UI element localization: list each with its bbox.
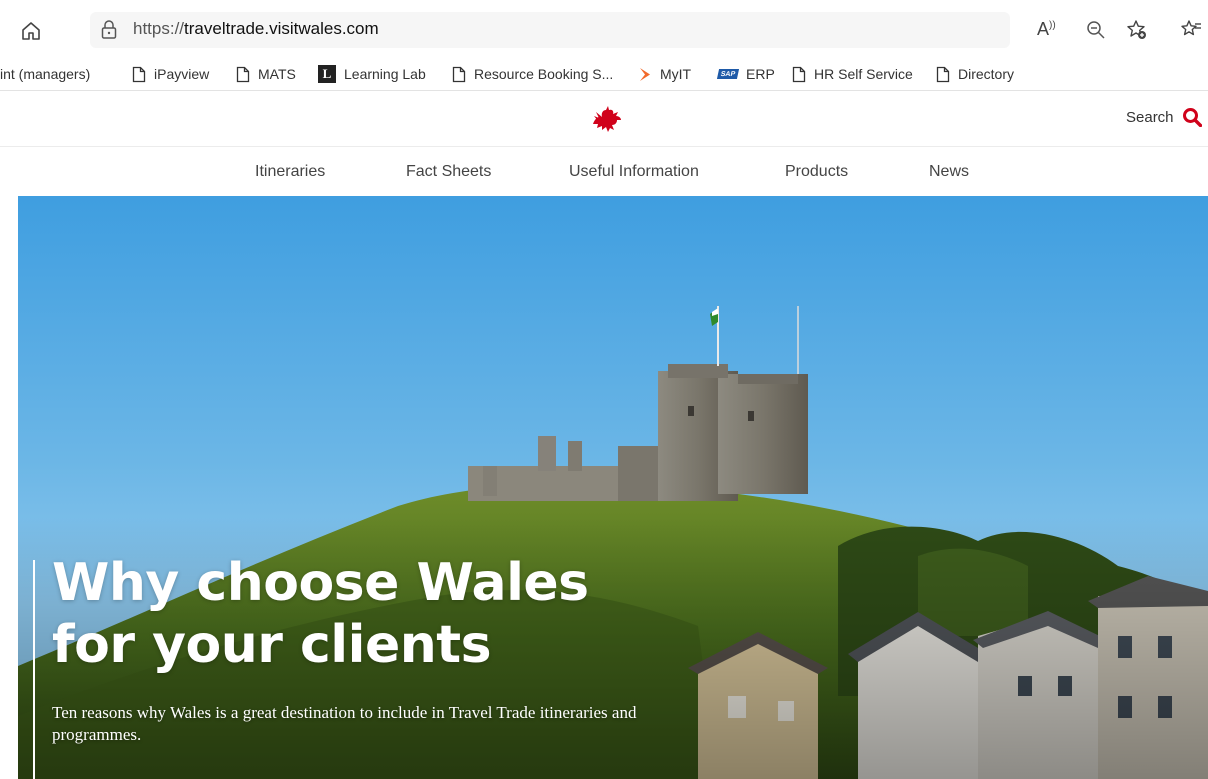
- bookmark-label: ERP: [746, 66, 775, 82]
- add-favorite-icon[interactable]: [1126, 19, 1148, 41]
- bookmark-directory[interactable]: Directory: [936, 58, 1014, 90]
- site-header: Search: [0, 91, 1208, 147]
- nav-products[interactable]: Products: [785, 163, 848, 181]
- bookmark-int-managers[interactable]: int (managers): [0, 58, 90, 90]
- bookmark-myit[interactable]: MyIT: [638, 58, 691, 90]
- search-label: Search: [1126, 108, 1174, 126]
- lock-icon[interactable]: [100, 20, 118, 40]
- url-scheme: https://: [133, 19, 185, 38]
- hero-title: Why choose Wales for your clients: [52, 553, 589, 675]
- read-aloud-icon[interactable]: A)): [1037, 19, 1059, 41]
- bookmark-hr-self-service[interactable]: HR Self Service: [792, 58, 913, 90]
- bookmark-ipayview[interactable]: iPayview: [132, 58, 209, 90]
- url-text[interactable]: https://traveltrade.visitwales.com: [133, 19, 379, 39]
- bookmark-label: MATS: [258, 66, 296, 82]
- page-icon: [236, 66, 250, 82]
- read-aloud-label: A: [1037, 19, 1050, 39]
- bookmark-label: Resource Booking S...: [474, 66, 614, 82]
- bookmarks-bar: int (managers) iPayview MATS L Learning …: [0, 58, 1208, 91]
- search-icon: [1182, 108, 1202, 127]
- hero-castle-image: [18, 196, 1208, 779]
- page-icon: [936, 66, 950, 82]
- bookmark-label: HR Self Service: [814, 66, 913, 82]
- bookmark-resource-booking[interactable]: Resource Booking S...: [452, 58, 613, 90]
- favorites-icon[interactable]: [1180, 19, 1202, 41]
- bookmark-label: Directory: [958, 66, 1015, 82]
- browser-toolbar: https://traveltrade.visitwales.com A)): [0, 0, 1208, 58]
- nav-useful-information[interactable]: Useful Information: [569, 163, 699, 181]
- myit-icon: [640, 67, 650, 81]
- learning-lab-icon: L: [318, 65, 336, 83]
- bookmark-learning-lab[interactable]: L Learning Lab: [318, 58, 426, 90]
- page-icon: [792, 66, 806, 82]
- bookmark-label: int (managers): [0, 66, 91, 82]
- zoom-icon[interactable]: [1085, 19, 1107, 41]
- bookmark-erp[interactable]: SAP ERP: [716, 58, 775, 90]
- nav-itineraries[interactable]: Itineraries: [255, 163, 325, 181]
- sap-icon: SAP: [716, 69, 740, 79]
- welsh-dragon-logo[interactable]: [590, 104, 624, 134]
- nav-news[interactable]: News: [929, 163, 969, 181]
- bookmark-label: iPayview: [154, 66, 210, 82]
- home-icon[interactable]: [20, 20, 42, 42]
- search-button[interactable]: Search: [1126, 107, 1202, 127]
- hero-banner: Why choose Wales for your clients Ten re…: [18, 196, 1208, 779]
- main-navigation: Itineraries Fact Sheets Useful Informati…: [0, 147, 1208, 196]
- page-icon: [452, 66, 466, 82]
- url-domain: traveltrade.visitwales.com: [184, 19, 379, 38]
- hero-accent-bar: [33, 560, 35, 779]
- page-icon: [132, 66, 146, 82]
- bookmark-label: MyIT: [660, 66, 692, 82]
- nav-fact-sheets[interactable]: Fact Sheets: [406, 163, 491, 181]
- bookmark-mats[interactable]: MATS: [236, 58, 296, 90]
- hero-subtitle: Ten reasons why Wales is a great destina…: [52, 703, 637, 744]
- bookmark-label: Learning Lab: [344, 66, 426, 82]
